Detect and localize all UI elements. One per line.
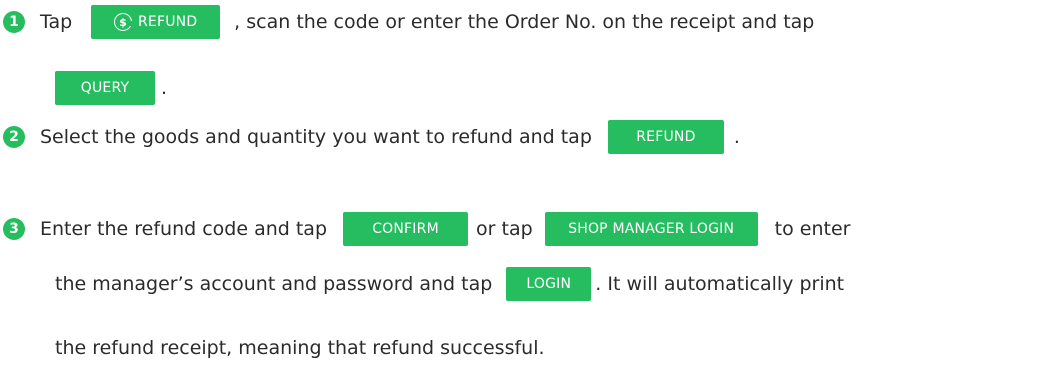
step-text: or tap [476, 218, 533, 240]
step-3-line-1: 3 Enter the refund code and tap CONFIRM … [0, 209, 850, 249]
query-button-label: QUERY [80, 80, 130, 96]
confirm-button-label: CONFIRM [372, 221, 439, 237]
login-button-label: LOGIN [526, 276, 572, 292]
step-text: Enter the refund code and tap [40, 218, 328, 240]
login-button[interactable]: LOGIN [506, 267, 592, 301]
step-text: to enter [774, 218, 851, 240]
step-text: the refund receipt, meaning that refund … [55, 337, 545, 359]
refund-button[interactable]: REFUND [607, 120, 724, 154]
step-number-badge: 3 [3, 218, 25, 240]
step-1-line-2: QUERY . [55, 68, 167, 108]
step-text: , scan the code or enter the Order No. o… [234, 11, 815, 33]
step-3-line-3: the refund receipt, meaning that refund … [55, 328, 545, 368]
step-3-line-2: the manager’s account and password and t… [55, 264, 844, 304]
shop-manager-login-button-label: SHOP MANAGER LOGIN [568, 221, 735, 237]
step-number-badge: 2 [3, 126, 25, 148]
step-text: the manager’s account and password and t… [55, 273, 493, 295]
refund-button[interactable]: $ REFUND [91, 5, 221, 39]
query-button[interactable]: QUERY [55, 71, 155, 105]
refund-button-label: REFUND [636, 129, 696, 145]
step-1-line-1: 1 Tap $ REFUND , scan the code or enter … [0, 2, 814, 42]
step-2-line-1: 2 Select the goods and quantity you want… [0, 117, 740, 157]
step-text: . [161, 77, 168, 99]
step-text: Tap [40, 11, 73, 33]
step-text: . [733, 126, 740, 148]
step-number-badge: 1 [3, 11, 25, 33]
step-text: . It will automatically print [595, 273, 845, 295]
step-text: Select the goods and quantity you want t… [40, 126, 592, 148]
shop-manager-login-button[interactable]: SHOP MANAGER LOGIN [544, 212, 758, 246]
confirm-button[interactable]: CONFIRM [343, 212, 469, 246]
dollar-refund-icon: $ [114, 13, 134, 31]
refund-button-label: REFUND [138, 14, 198, 30]
